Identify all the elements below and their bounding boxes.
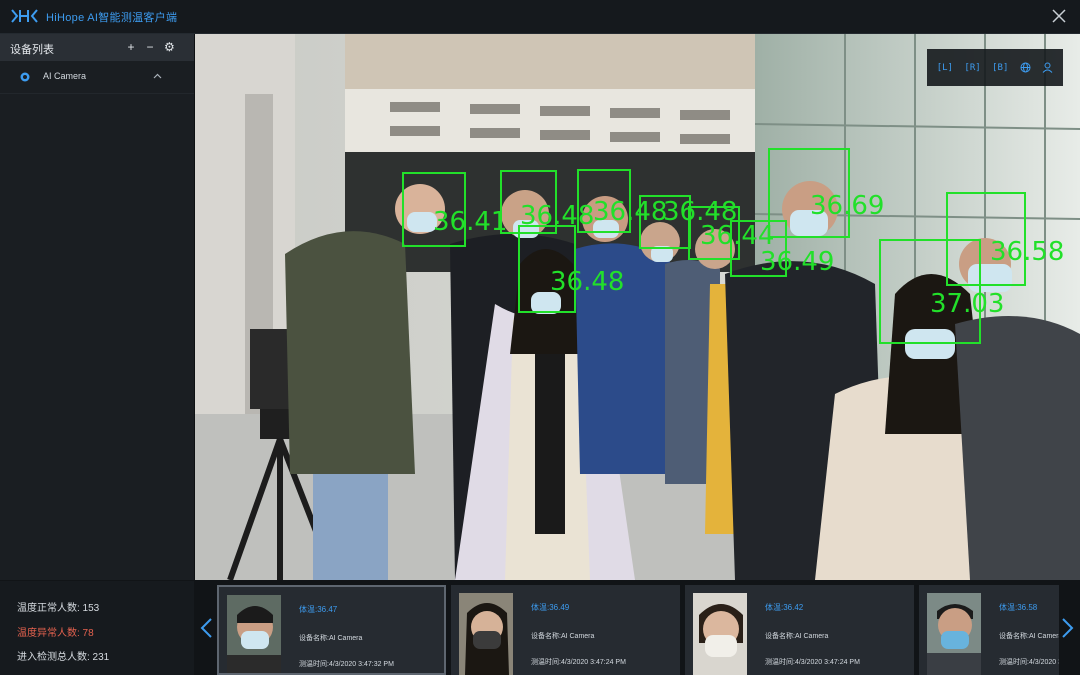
total-count: 进入检测总人数: 231 [17,652,110,663]
capture-time: 测温时间:4/3/2020 3:47:24 PM [531,659,626,666]
view-left-button[interactable]: [L] [937,63,953,73]
temperature-label: 36.58 [990,237,1064,267]
capture-device: 设备名称:AI Camera [299,635,363,642]
app-title: HiHope AI智能测温客户端 [46,12,178,24]
capture-card[interactable]: 体温:36.49 设备名称:AI Camera 测温时间:4/3/2020 3:… [451,585,680,675]
capture-device: 设备名称:AI Camera [531,633,595,640]
capture-time: 测温时间:4/3/2020 3:47:24 PM [765,659,860,666]
capture-device: 设备名称:AI Camera [765,633,829,640]
face-thumbnail [459,593,513,675]
face-thumbnail [927,593,981,675]
hihope-logo-icon [11,9,38,23]
title-bar: HiHope AI智能测温客户端 [0,0,1080,34]
capture-temperature: 体温:36.42 [765,603,804,612]
user-icon[interactable] [1042,62,1053,73]
device-item-ai-camera[interactable]: AI Camera [0,61,194,94]
settings-button[interactable]: ⚙ [164,40,175,54]
capture-temperature: 体温:36.47 [299,605,338,614]
close-icon[interactable] [1050,7,1068,25]
device-sidebar: 设备列表 + − ⚙ AI Camera [0,34,195,580]
capture-card[interactable]: 体温:36.47 设备名称:AI Camera 测温时间:4/3/2020 3:… [217,585,446,675]
face-thumbnail [227,595,281,673]
capture-strip: 体温:36.47 设备名称:AI Camera 测温时间:4/3/2020 3:… [195,581,1080,675]
temperature-label: 36.49 [760,247,834,277]
chevron-left-icon[interactable] [199,617,213,639]
globe-icon[interactable] [1020,62,1031,73]
face-thumbnail [693,593,747,675]
device-list-header: 设备列表 + − ⚙ [0,34,194,61]
add-device-button[interactable]: + [126,40,136,54]
view-both-button[interactable]: [B] [992,63,1008,73]
camera-video-feed: 36.41 36.48 36.48 36.48 36.44 36.49 36.6… [195,34,1080,580]
normal-count: 温度正常人数: 153 [17,603,100,614]
view-right-button[interactable]: [R] [964,63,980,73]
camera-scene: 36.41 36.48 36.48 36.48 36.44 36.49 36.6… [195,34,1080,580]
capture-temperature: 体温:36.49 [531,603,570,612]
device-label: AI Camera [43,71,87,81]
temperature-stats: 温度正常人数: 153 温度异常人数: 78 进入检测总人数: 231 [0,581,194,675]
capture-time: 测温时间:4/3/2020 3:47:24 PM [999,659,1059,666]
temperature-label: 36.48 [550,267,624,297]
abnormal-count: 温度异常人数: 78 [17,628,94,639]
remove-device-button[interactable]: − [145,40,155,54]
capture-card[interactable]: 体温:36.42 设备名称:AI Camera 测温时间:4/3/2020 3:… [685,585,914,675]
capture-device: 设备名称:AI Camera [999,633,1059,640]
video-toolbar: [L] [R] [B] [927,49,1063,86]
temperature-label: 36.48 [593,197,667,227]
capture-temperature: 体温:36.58 [999,603,1038,612]
temperature-label: 37.03 [930,289,1004,319]
chevron-right-icon[interactable] [1061,617,1075,639]
temperature-label: 36.41 [433,207,507,237]
device-list-tools: + − ⚙ [126,40,174,54]
temperature-label: 36.69 [810,191,884,221]
camera-icon [20,72,30,82]
temperature-label: 36.48 [520,201,594,231]
device-list-title: 设备列表 [10,44,54,56]
capture-card[interactable]: 体温:36.58 设备名称:AI Camera 测温时间:4/3/2020 3:… [919,585,1059,675]
capture-time: 测温时间:4/3/2020 3:47:32 PM [299,661,394,668]
chevron-up-icon[interactable] [153,73,162,79]
